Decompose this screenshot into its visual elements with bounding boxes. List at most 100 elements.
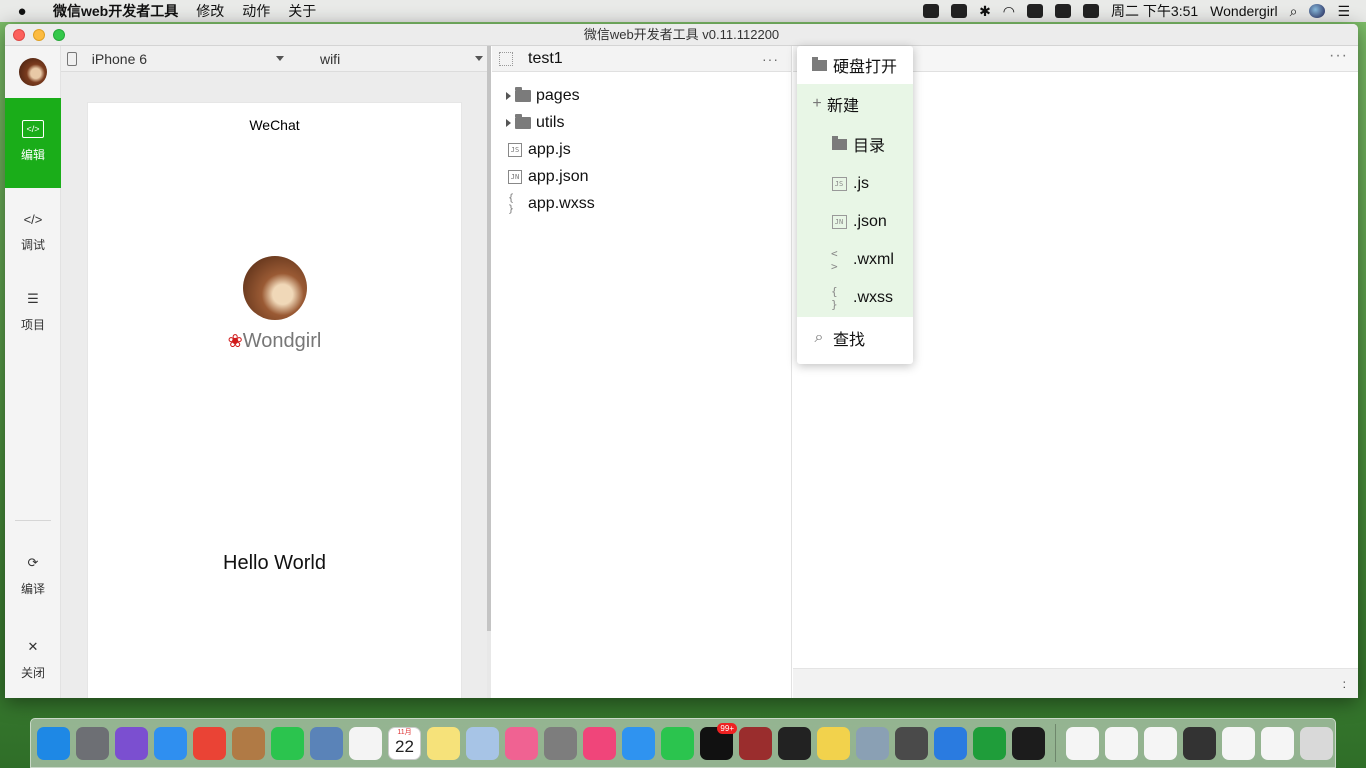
- dock-qq-icon[interactable]: 99+: [700, 722, 737, 760]
- dock-folder-6-icon[interactable]: [1261, 726, 1294, 760]
- dock-sublime-text-icon[interactable]: [895, 726, 928, 760]
- bluetooth-icon[interactable]: ✱: [979, 3, 991, 20]
- splitter-scrollbar[interactable]: [487, 46, 491, 631]
- wxml-file-icon: < >: [831, 247, 838, 273]
- sidebar-item-compile[interactable]: ⟳ 编译: [5, 532, 61, 622]
- spotlight-search-icon[interactable]: ⌕: [1290, 3, 1298, 20]
- device-select[interactable]: iPhone 6: [92, 51, 288, 67]
- dock-terminal-icon[interactable]: [778, 726, 811, 760]
- profile-avatar[interactable]: [242, 256, 307, 320]
- menu-item-new-json[interactable]: JN .json: [797, 203, 913, 241]
- dock-folder-2-icon[interactable]: [1105, 726, 1138, 760]
- network-select[interactable]: wifi: [320, 51, 487, 67]
- device-icon: [67, 51, 77, 66]
- window-title: 微信web开发者工具 v0.11.112200: [583, 27, 780, 42]
- monitor-tray-icon[interactable]: [951, 4, 968, 18]
- user-avatar[interactable]: [18, 58, 47, 86]
- menu-edit[interactable]: 修改: [187, 1, 233, 21]
- battery-icon[interactable]: [1055, 4, 1072, 18]
- menu-item-new-wxss[interactable]: { } .wxss: [797, 279, 913, 317]
- dock-image-viewer-icon[interactable]: [856, 726, 889, 760]
- menu-about[interactable]: 关于: [279, 1, 325, 21]
- menu-item-label: 新建: [827, 98, 860, 115]
- tree-file-app-json[interactable]: JN app.json: [492, 163, 791, 190]
- dock-contacts-icon[interactable]: [232, 726, 265, 760]
- dock-dictionary-icon[interactable]: [739, 726, 772, 760]
- sidebar-item-debug[interactable]: </> 调试: [5, 188, 61, 278]
- editor-more-button[interactable]: ···: [1329, 47, 1348, 65]
- nav-bar-title: WeChat: [249, 117, 300, 133]
- menu-item-new-js[interactable]: JS .js: [797, 165, 913, 203]
- dock-folder-5-icon[interactable]: [1222, 726, 1255, 760]
- airplay-icon[interactable]: [1027, 4, 1044, 18]
- dock-reminders-icon[interactable]: [349, 726, 382, 760]
- dock-excel-icon[interactable]: [973, 726, 1006, 760]
- dock-xcode-icon[interactable]: [934, 726, 967, 760]
- siri-tray-icon[interactable]: [1309, 4, 1326, 18]
- minimize-window-button[interactable]: [33, 29, 45, 41]
- simulator-toolbar: iPhone 6 wifi: [61, 46, 487, 72]
- dock-chrome-icon[interactable]: [193, 726, 226, 760]
- more-options-button[interactable]: ···: [762, 51, 779, 67]
- sidebar-item-project[interactable]: ☰ 项目: [5, 268, 61, 358]
- apple-menu-icon[interactable]: ●: [0, 3, 44, 20]
- tree-folder-utils[interactable]: utils: [492, 109, 791, 136]
- menu-item-new[interactable]: + 新建: [797, 85, 913, 123]
- dock-wechat-icon[interactable]: [661, 726, 694, 760]
- menu-item-open-disk[interactable]: 硬盘打开: [797, 46, 913, 84]
- tree-folder-pages[interactable]: pages: [492, 82, 791, 109]
- chevron-down-icon: [275, 56, 284, 61]
- dock-photos-app-icon[interactable]: [466, 726, 499, 760]
- menu-action[interactable]: 动作: [233, 1, 279, 21]
- sidebar-item-label: 编辑: [20, 148, 45, 162]
- sidebar-item-edit[interactable]: </> 编辑: [5, 98, 61, 188]
- dock-folder-3-icon[interactable]: [1144, 726, 1177, 760]
- dock-app-store-icon[interactable]: [622, 726, 655, 760]
- dock-siri-icon[interactable]: [115, 726, 148, 760]
- menu-item-new-wxml[interactable]: < > .wxml: [797, 241, 913, 279]
- devtools-window: 微信web开发者工具 v0.11.112200 </> 编辑 </> 调试 ☰ …: [5, 24, 1358, 698]
- wifi-icon[interactable]: ◠: [1003, 3, 1015, 20]
- menu-item-search[interactable]: ⌕ 查找: [797, 317, 913, 359]
- calendar-month: 11月: [397, 728, 412, 736]
- clock[interactable]: 周二 下午3:51: [1111, 1, 1198, 21]
- dock-photos-icon[interactable]: [505, 726, 538, 760]
- dock-notes-icon[interactable]: [427, 726, 460, 760]
- qq-tray-icon[interactable]: [923, 4, 940, 18]
- project-name: test1: [528, 49, 563, 67]
- user-name[interactable]: Wondergirl: [1210, 3, 1277, 19]
- menu-app-name[interactable]: 微信web开发者工具: [44, 1, 187, 21]
- dock-trash-icon[interactable]: [1300, 726, 1333, 760]
- dock-facetime-icon[interactable]: [271, 726, 304, 760]
- dock-itunes-icon[interactable]: [583, 726, 616, 760]
- sidebar-item-close[interactable]: ✕ 关闭: [5, 616, 61, 698]
- js-file-icon: JS: [508, 142, 522, 157]
- json-file-icon: JN: [831, 215, 847, 229]
- dock-folder-4-icon[interactable]: [1183, 726, 1216, 760]
- notification-center-icon[interactable]: ☰: [1337, 3, 1350, 20]
- compile-icon: ⟳: [27, 555, 39, 570]
- dock-folder-1-icon[interactable]: [1066, 726, 1099, 760]
- menu-item-new-folder[interactable]: 目录: [797, 123, 913, 165]
- dock-preview-icon[interactable]: [310, 726, 343, 760]
- dock-safari-icon[interactable]: [154, 726, 187, 760]
- dock-system-preferences-icon[interactable]: [544, 726, 577, 760]
- file-tree-icon[interactable]: [499, 51, 513, 66]
- expand-arrow-icon[interactable]: [506, 118, 511, 127]
- username-text: Wondgirl: [242, 330, 322, 352]
- rose-icon: ❀: [227, 331, 243, 351]
- panel-splitter[interactable]: [487, 46, 491, 698]
- sidebar-item-label: 项目: [20, 318, 45, 332]
- zoom-window-button[interactable]: [53, 29, 65, 41]
- dock-launchpad-icon[interactable]: [76, 726, 109, 760]
- tree-file-app-js[interactable]: JS app.js: [492, 136, 791, 163]
- phone-screen[interactable]: WeChat ❀Wondgirl Hello World: [87, 102, 462, 698]
- dock-lemon-icon[interactable]: [817, 726, 850, 760]
- dock-finder-icon[interactable]: [37, 726, 70, 760]
- expand-arrow-icon[interactable]: [506, 91, 511, 100]
- sogou-input-icon[interactable]: [1083, 4, 1100, 18]
- dock-developer-tool-icon[interactable]: [1012, 726, 1045, 760]
- dock-calendar-icon[interactable]: 11月 22: [388, 726, 421, 760]
- close-window-button[interactable]: [13, 29, 25, 41]
- tree-file-app-wxss[interactable]: { } app.wxss: [492, 190, 791, 217]
